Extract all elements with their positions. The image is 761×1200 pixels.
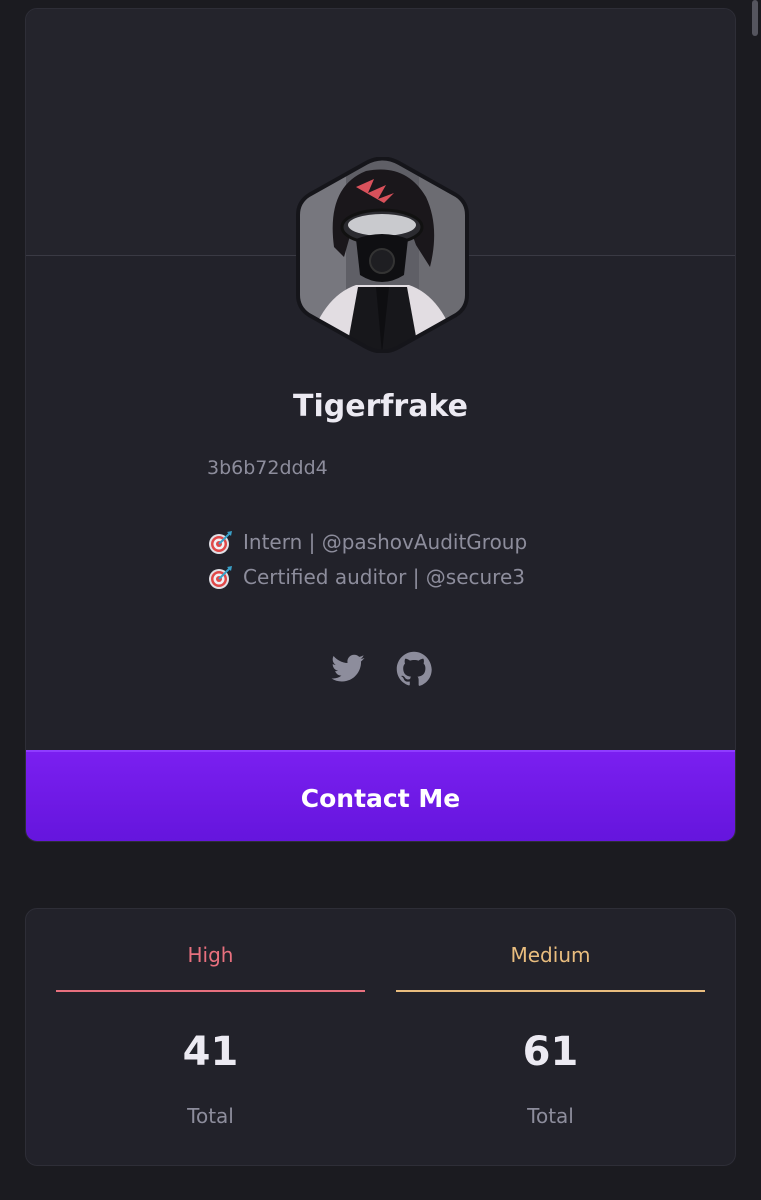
target-icon	[207, 565, 233, 591]
findings-stats-card: High 41 Total Medium 61 Total	[25, 908, 736, 1166]
stat-high-label: High	[187, 943, 234, 967]
scrollbar[interactable]	[752, 0, 758, 36]
stat-high-underline	[56, 990, 365, 992]
profile-hash: 3b6b72ddd4	[207, 457, 328, 479]
contact-me-button[interactable]: Contact Me	[26, 750, 735, 841]
stat-medium-value: 61	[522, 1029, 579, 1075]
bio-text: Intern | @pashovAuditGroup	[243, 530, 528, 554]
stat-medium-sub: Total	[527, 1104, 574, 1128]
bio-text: Certified auditor | @secure3	[243, 565, 525, 589]
bio-line: Intern | @pashovAuditGroup	[207, 525, 527, 560]
target-icon	[207, 530, 233, 556]
profile-name: Tigerfrake	[293, 389, 468, 424]
bio-line: Certified auditor | @secure3	[207, 560, 527, 595]
twitter-icon[interactable]	[330, 651, 366, 687]
stat-medium-underline	[396, 990, 705, 992]
stat-high-value: 41	[182, 1029, 239, 1075]
avatar[interactable]	[296, 156, 469, 354]
stat-medium-label: Medium	[510, 943, 591, 967]
stat-high-sub: Total	[187, 1104, 234, 1128]
github-icon[interactable]	[396, 651, 432, 687]
profile-bio: Intern | @pashovAuditGroup Certified aud…	[207, 525, 527, 595]
social-links	[26, 651, 735, 687]
profile-card: Tigerfrake 3b6b72ddd4 Intern | @pashovAu…	[25, 8, 736, 842]
